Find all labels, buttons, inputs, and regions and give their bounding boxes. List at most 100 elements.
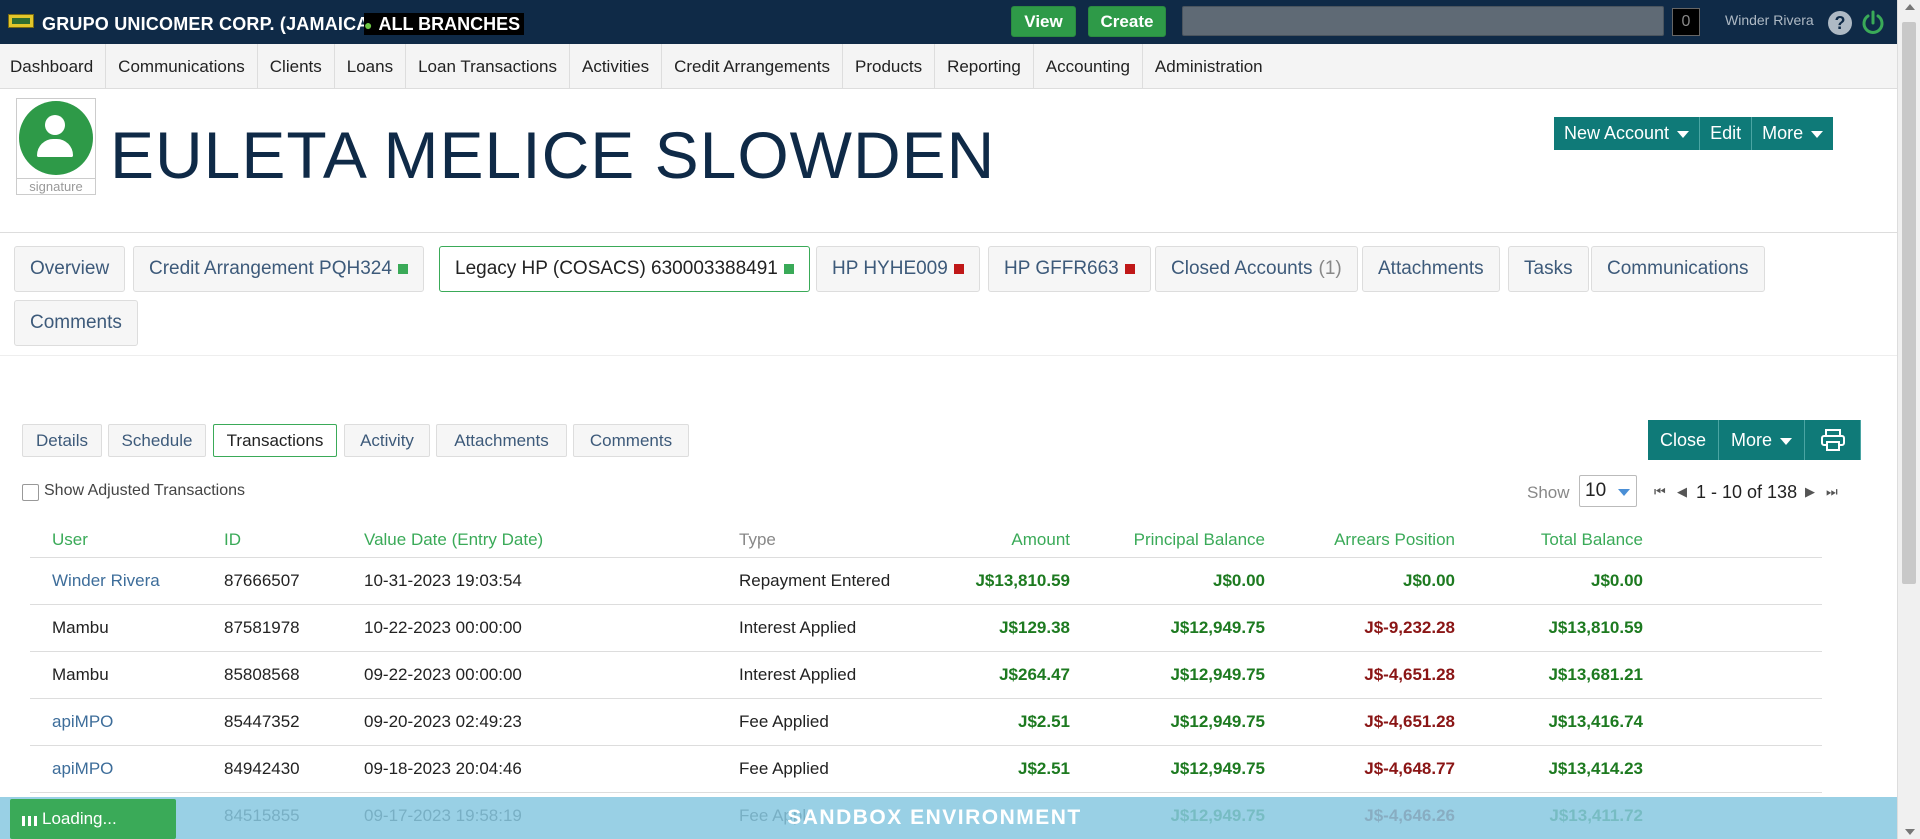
loading-bars-icon — [22, 816, 38, 826]
client-name: EULETA MELICE SLOWDEN — [110, 118, 996, 192]
edit-button[interactable]: Edit — [1700, 117, 1753, 150]
col-amount[interactable]: Amount — [930, 530, 1070, 550]
search-input[interactable] — [1182, 6, 1664, 36]
scroll-down-icon[interactable] — [1905, 829, 1915, 835]
scrollbar[interactable] — [1897, 0, 1920, 839]
avatar-head — [45, 115, 65, 135]
next-page-icon[interactable]: ▶ — [1805, 484, 1815, 500]
user-name[interactable]: Winder Rivera — [1725, 12, 1814, 28]
nav-loans[interactable]: Loans — [335, 44, 407, 89]
caret-down-icon — [1677, 131, 1690, 138]
tab-overview[interactable]: Overview — [14, 246, 126, 292]
show-adjusted-checkbox[interactable] — [22, 484, 39, 501]
subtab-schedule[interactable]: Schedule — [108, 424, 206, 457]
close-button[interactable]: Close — [1648, 420, 1720, 460]
cell-amount: J$13,810.59 — [975, 571, 1070, 590]
table-row[interactable]: Mambu 85808568 09-22-2023 00:00:00 Interest… — [30, 652, 1822, 699]
more-label: More — [1762, 123, 1804, 143]
subtab-details[interactable]: Details — [22, 424, 102, 457]
loan-action-bar: Close More — [1648, 420, 1862, 460]
new-account-button[interactable]: New Account — [1554, 117, 1701, 150]
prev-page-icon[interactable]: ◀ — [1677, 484, 1687, 500]
scroll-up-icon[interactable] — [1905, 4, 1915, 10]
nav-products[interactable]: Products — [843, 44, 936, 89]
cell-value-date: 09-20-2023 02:49:23 — [364, 712, 522, 731]
tab-label: Overview — [30, 258, 110, 279]
cell-user[interactable]: apiMPO — [52, 712, 113, 732]
signature-label[interactable]: signature — [17, 178, 95, 194]
tab-attachments[interactable]: Attachments — [1362, 246, 1500, 292]
help-icon[interactable]: ? — [1828, 11, 1852, 35]
notification-counter[interactable]: 0 — [1672, 8, 1700, 36]
subtab-comments[interactable]: Comments — [573, 424, 689, 457]
nav-dashboard[interactable]: Dashboard — [0, 44, 107, 89]
tab-label: Legacy HP (COSACS) 630003388491 — [455, 258, 778, 279]
cell-arrears-position: J$-4,648.77 — [1364, 759, 1455, 778]
col-type[interactable]: Type — [739, 530, 776, 550]
last-page-icon[interactable]: ⏭ — [1826, 484, 1838, 500]
sandbox-banner: SANDBOX ENVIRONMENT — [0, 797, 1897, 839]
loan-more-button[interactable]: More — [1719, 420, 1806, 460]
power-icon[interactable] — [1859, 9, 1887, 37]
tab-closed-accounts[interactable]: Closed Accounts (1) — [1155, 246, 1358, 292]
avatar[interactable]: signature — [16, 98, 96, 195]
tab-comments[interactable]: Comments — [14, 300, 138, 346]
nav-reporting[interactable]: Reporting — [935, 44, 1034, 89]
nav-loan-transactions[interactable]: Loan Transactions — [406, 44, 570, 89]
view-button[interactable]: View — [1011, 6, 1076, 37]
divider — [0, 232, 1897, 233]
cell-type: Repayment Entered — [739, 571, 891, 590]
nav-clients[interactable]: Clients — [258, 44, 335, 89]
tab-credit-arrangement[interactable]: Credit Arrangement PQH324 — [133, 246, 424, 292]
col-principal-balance[interactable]: Principal Balance — [1095, 530, 1265, 550]
col-arrears-position[interactable]: Arrears Position — [1285, 530, 1455, 550]
status-square-icon — [397, 264, 408, 274]
col-value-date[interactable]: Value Date (Entry Date) — [364, 530, 543, 550]
tab-communications[interactable]: Communications — [1591, 246, 1765, 292]
table-row[interactable]: apiMPO 84942430 09-18-2023 20:04:46 Fee App… — [30, 746, 1822, 793]
col-user[interactable]: User — [52, 530, 88, 550]
cell-value-date: 09-18-2023 20:04:46 — [364, 759, 522, 778]
pager-text: 1 - 10 of 138 — [1696, 482, 1798, 502]
main-nav: Dashboard Communications Clients Loans L… — [0, 44, 1897, 89]
nav-communications[interactable]: Communications — [106, 44, 258, 89]
cell-principal-balance: J$0.00 — [1213, 571, 1265, 590]
show-adjusted-label[interactable]: Show Adjusted Transactions — [44, 482, 245, 500]
nav-accounting[interactable]: Accounting — [1034, 44, 1143, 89]
tab-hp-gffr663[interactable]: HP GFFR663 — [988, 246, 1151, 292]
cell-amount: J$264.47 — [999, 665, 1070, 684]
page-size-select[interactable]: 10 — [1579, 475, 1637, 507]
branch-label: ALL BRANCHES — [378, 14, 521, 34]
status-square-icon — [783, 264, 794, 274]
tab-legacy-hp[interactable]: Legacy HP (COSACS) 630003388491 — [439, 246, 810, 292]
subtab-activity[interactable]: Activity — [344, 424, 430, 457]
cell-id: 87581978 — [224, 618, 300, 637]
cell-type: Fee Applied — [739, 759, 829, 778]
nav-credit-arrangements[interactable]: Credit Arrangements — [662, 44, 843, 89]
chevron-down-icon — [1618, 489, 1630, 496]
tab-label: HP GFFR663 — [1004, 258, 1119, 279]
nav-activities[interactable]: Activities — [570, 44, 663, 89]
tab-tasks[interactable]: Tasks — [1508, 246, 1589, 292]
cell-user[interactable]: apiMPO — [52, 759, 113, 779]
cell-user[interactable]: Winder Rivera — [52, 571, 160, 591]
scrollbar-thumb[interactable] — [1902, 22, 1916, 584]
more-button[interactable]: More — [1752, 117, 1833, 150]
branch-selector[interactable]: ● ALL BRANCHES — [364, 13, 525, 35]
table-row[interactable]: Winder Rivera 87666507 10-31-2023 19:03:54… — [30, 558, 1822, 605]
table-row[interactable]: Mambu 87581978 10-22-2023 00:00:00 Interest… — [30, 605, 1822, 652]
table-row[interactable]: apiMPO 85447352 09-20-2023 02:49:23 Fee App… — [30, 699, 1822, 746]
subtab-attachments[interactable]: Attachments — [436, 424, 567, 457]
nav-administration[interactable]: Administration — [1143, 44, 1275, 89]
first-page-icon[interactable]: ⏮ — [1654, 484, 1666, 500]
print-icon[interactable] — [1805, 420, 1862, 460]
tab-hp-hyhe009[interactable]: HP HYHE009 — [816, 246, 980, 292]
col-id[interactable]: ID — [224, 530, 241, 550]
subtab-transactions[interactable]: Transactions — [213, 424, 337, 457]
cell-value-date: 09-22-2023 00:00:00 — [364, 665, 522, 684]
closed-count: (1) — [1318, 258, 1342, 279]
cell-arrears-position: J$-4,651.28 — [1364, 712, 1455, 731]
top-bar: GRUPO UNICOMER CORP. (JAMAICA) ● ALL BRAN… — [0, 0, 1920, 44]
create-button[interactable]: Create — [1088, 6, 1166, 37]
col-total-balance[interactable]: Total Balance — [1475, 530, 1643, 550]
